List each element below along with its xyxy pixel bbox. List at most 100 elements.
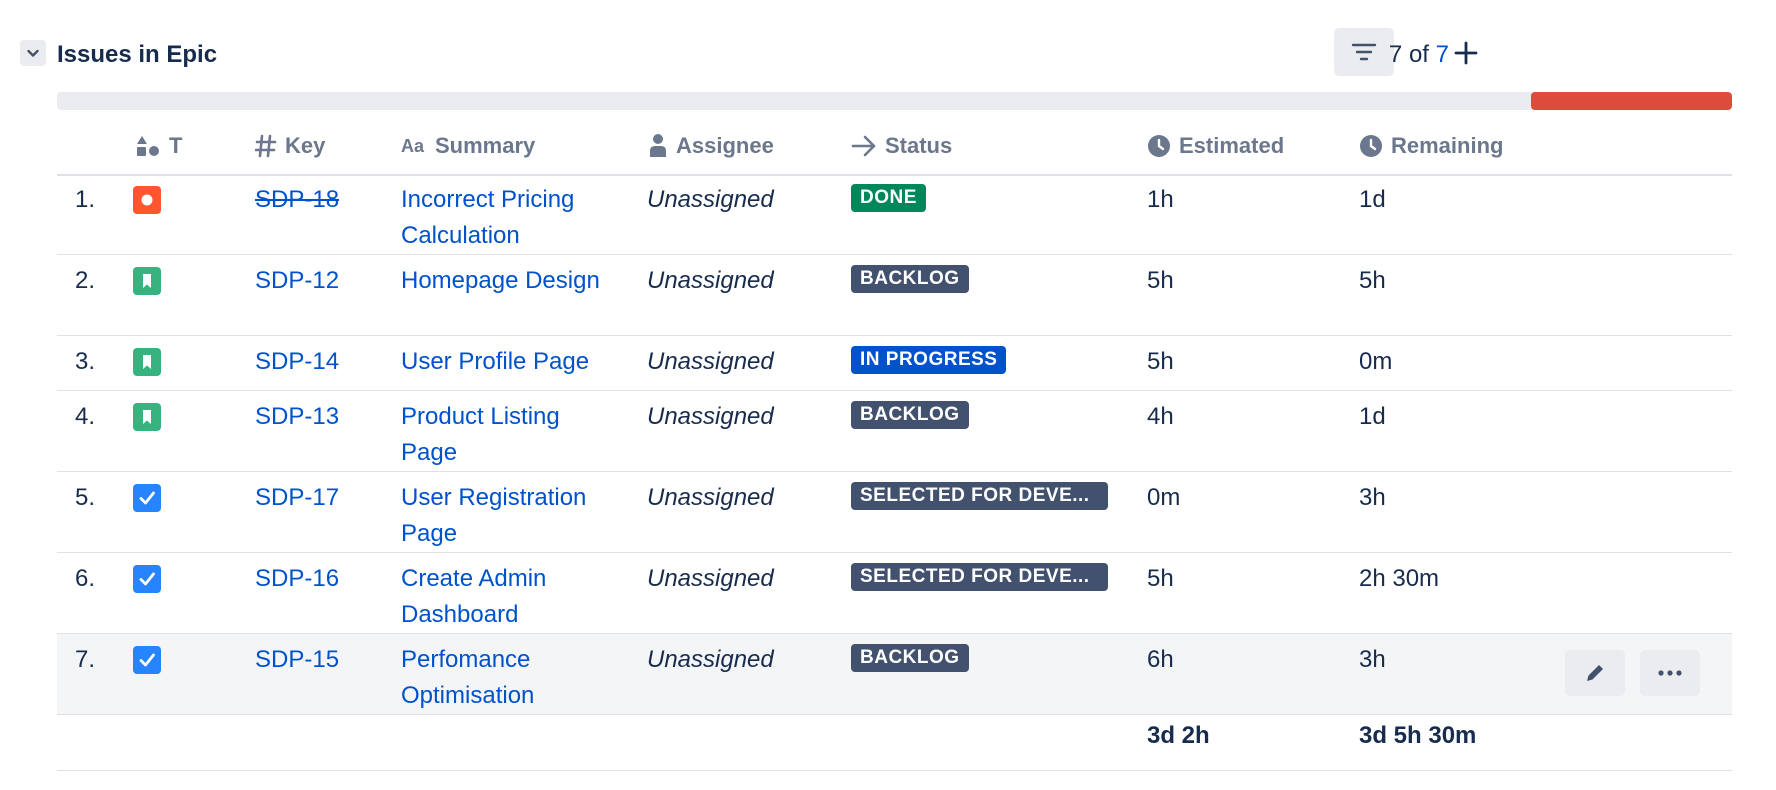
remaining-value: 5h [1359, 267, 1386, 294]
task-icon [133, 646, 161, 674]
status-badge[interactable]: BACKLOG [851, 265, 969, 293]
progress-bar [57, 92, 1732, 110]
filter-button[interactable] [1334, 28, 1394, 76]
panel-title: Issues in Epic [57, 41, 218, 68]
count-total: 7 [1435, 41, 1449, 68]
issue-summary-link[interactable]: User Registration Page [401, 480, 621, 552]
pencil-icon [1587, 665, 1603, 681]
task-icon [133, 565, 161, 593]
clock-icon [1360, 135, 1382, 157]
issue-key-link[interactable]: SDP-13 [255, 399, 339, 435]
row-number: 1. [75, 186, 96, 213]
row-number: 3. [75, 348, 96, 375]
assignee-value[interactable]: Unassigned [647, 344, 774, 380]
table-row[interactable]: 7. SDP-15 Perfomance Optimisation Unassigne… [57, 634, 1732, 715]
edit-button[interactable] [1565, 650, 1625, 696]
status-badge[interactable]: SELECTED FOR DEVE... [851, 482, 1108, 510]
status-badge[interactable]: BACKLOG [851, 644, 969, 672]
filter-icon [1351, 43, 1377, 61]
status-badge[interactable]: BACKLOG [851, 401, 969, 429]
progress-fill [1531, 92, 1732, 110]
hash-icon [255, 134, 277, 158]
issues-in-epic-panel: Issues in Epic 7 of 7 T Key Aa Summary A… [0, 0, 1776, 790]
bug-icon [133, 186, 161, 214]
status-badge[interactable]: DONE [851, 184, 926, 212]
assignee-value[interactable]: Unassigned [647, 480, 774, 516]
estimated-value: 5h [1147, 348, 1174, 375]
issue-key-link[interactable]: SDP-14 [255, 344, 339, 380]
issue-count: 7 of 7 [1389, 41, 1449, 69]
column-assignee[interactable]: Assignee [648, 128, 774, 164]
row-number: 7. [75, 646, 96, 673]
totals-row: 3d 2h 3d 5h 30m [57, 710, 1732, 771]
table-row[interactable]: 6. SDP-16 Create Admin Dashboard Unassigned… [57, 553, 1732, 634]
assignee-value[interactable]: Unassigned [647, 399, 774, 435]
estimated-value: 0m [1147, 484, 1181, 511]
remaining-value: 2h 30m [1359, 565, 1440, 592]
column-key-label: Key [285, 133, 326, 158]
row-number: 5. [75, 484, 96, 511]
column-status-label: Status [885, 133, 953, 158]
issue-key-link[interactable]: SDP-16 [255, 561, 339, 597]
estimated-value: 1h [1147, 186, 1174, 213]
column-assignee-label: Assignee [676, 133, 774, 158]
status-badge[interactable]: SELECTED FOR DEVE... [851, 563, 1108, 591]
task-icon [133, 484, 161, 512]
row-number: 4. [75, 403, 96, 430]
assignee-value[interactable]: Unassigned [647, 561, 774, 597]
issue-key-link[interactable]: SDP-15 [255, 642, 339, 678]
more-icon [1658, 670, 1682, 676]
chevron-down-icon [27, 49, 39, 57]
clock-icon [1148, 135, 1170, 157]
issue-summary-link[interactable]: Create Admin Dashboard [401, 561, 621, 633]
remaining-value: 0m [1359, 348, 1393, 375]
plus-icon [1454, 41, 1478, 65]
issue-type-icon [137, 136, 159, 156]
column-type[interactable]: T [135, 128, 182, 164]
story-icon [133, 348, 161, 376]
arrow-right-icon [851, 135, 876, 157]
remaining-value: 3h [1359, 646, 1386, 673]
issue-key-link[interactable]: SDP-17 [255, 480, 339, 516]
table-row[interactable]: 3. SDP-14 User Profile Page Unassigned IN PR… [57, 336, 1732, 391]
column-summary[interactable]: Aa Summary [401, 128, 535, 164]
status-badge[interactable]: IN PROGRESS [851, 346, 1007, 374]
story-icon [133, 403, 161, 431]
text-format-icon: Aa [401, 136, 425, 156]
issues-table-body: 1. SDP-18 Incorrect Pricing Calculation Una… [57, 174, 1732, 715]
remaining-value: 1d [1359, 403, 1386, 430]
person-icon [650, 134, 666, 157]
estimated-value: 5h [1147, 267, 1174, 294]
table-row[interactable]: 2. SDP-12 Homepage Design Unassigned BACKLOG… [57, 255, 1732, 336]
row-number: 2. [75, 267, 96, 294]
table-row[interactable]: 1. SDP-18 Incorrect Pricing Calculation Una… [57, 174, 1732, 255]
issue-summary-link[interactable]: Product Listing Page [401, 399, 621, 471]
issue-summary-link[interactable]: Incorrect Pricing Calculation [401, 182, 621, 254]
collapse-button[interactable] [20, 40, 46, 66]
issue-key-link[interactable]: SDP-12 [255, 263, 339, 299]
issue-summary-link[interactable]: Homepage Design [401, 263, 621, 299]
assignee-value[interactable]: Unassigned [647, 642, 774, 678]
estimated-value: 6h [1147, 646, 1174, 673]
issue-summary-link[interactable]: Perfomance Optimisation [401, 642, 621, 714]
column-remaining[interactable]: Remaining [1359, 128, 1503, 164]
assignee-value[interactable]: Unassigned [647, 182, 774, 218]
issue-summary-link[interactable]: User Profile Page [401, 344, 621, 380]
remaining-value: 3h [1359, 484, 1386, 511]
column-status[interactable]: Status [851, 128, 952, 164]
table-row[interactable]: 4. SDP-13 Product Listing Page Unassigned BA… [57, 391, 1732, 472]
total-remaining: 3d 5h 30m [1359, 722, 1477, 749]
table-row[interactable]: 5. SDP-17 User Registration Page Unassigned… [57, 472, 1732, 553]
count-of: of [1408, 41, 1429, 68]
story-icon [133, 267, 161, 295]
column-key[interactable]: Key [255, 128, 325, 164]
estimated-value: 5h [1147, 565, 1174, 592]
row-number: 6. [75, 565, 96, 592]
assignee-value[interactable]: Unassigned [647, 263, 774, 299]
total-estimated: 3d 2h [1147, 722, 1210, 749]
column-estimated[interactable]: Estimated [1147, 128, 1284, 164]
more-actions-button[interactable] [1640, 650, 1700, 696]
add-issue-button[interactable] [1451, 36, 1481, 70]
issue-key-link[interactable]: SDP-18 [255, 182, 339, 218]
column-remaining-label: Remaining [1391, 133, 1504, 158]
